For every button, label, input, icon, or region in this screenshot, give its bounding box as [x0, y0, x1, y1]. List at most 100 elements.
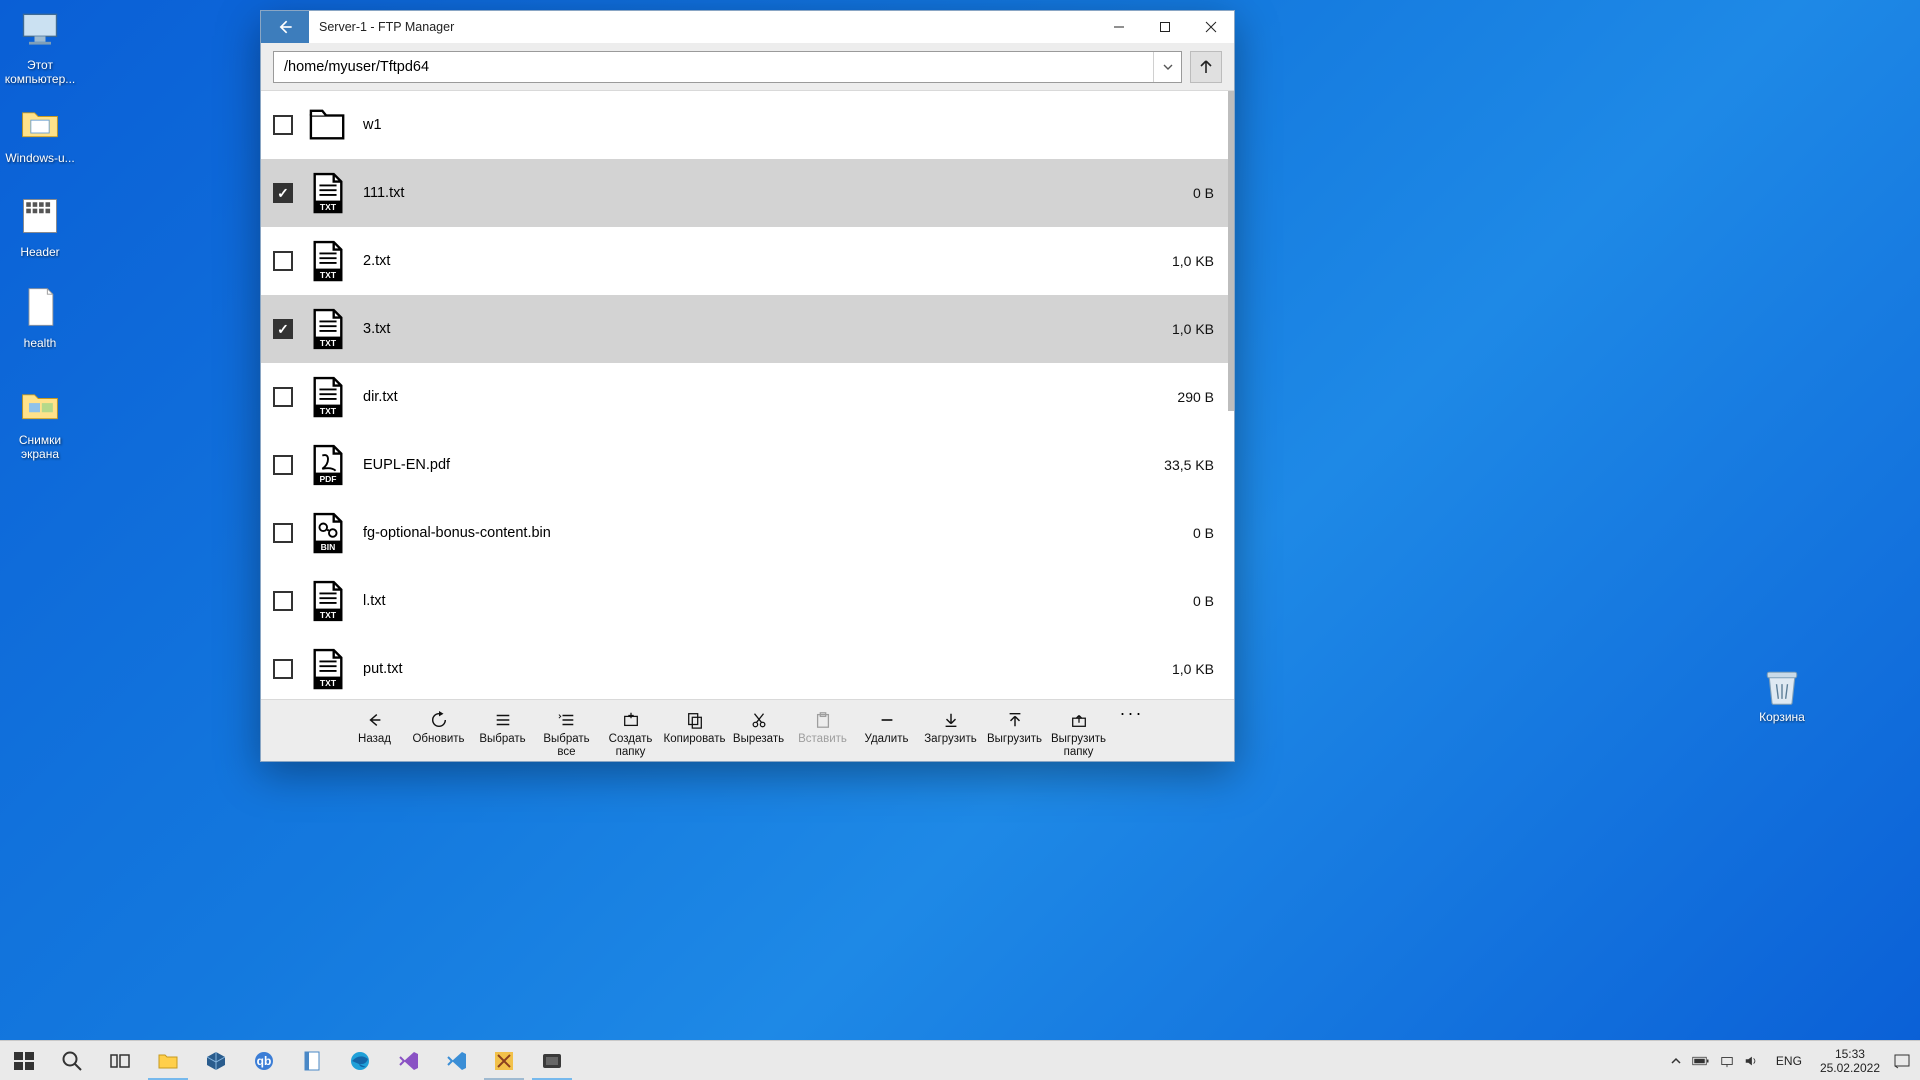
file-size: 33,5 KB [1164, 457, 1220, 473]
path-dropdown[interactable] [1153, 52, 1181, 82]
folder-icon [309, 103, 347, 147]
refresh-icon [430, 709, 448, 731]
file-checkbox[interactable] [273, 251, 293, 271]
cut-button[interactable]: Вырезать [728, 703, 790, 746]
visual-studio-icon [396, 1049, 420, 1073]
file-size: 290 B [1177, 389, 1220, 405]
select-all-button[interactable]: Выбрать все [536, 703, 598, 759]
file-size: 1,0 KB [1172, 661, 1220, 677]
delete-button[interactable]: Удалить [856, 703, 918, 746]
close-button[interactable] [1188, 11, 1234, 43]
file-row[interactable]: w1 [261, 91, 1234, 159]
ftp-manager-icon [540, 1049, 564, 1073]
file-checkbox[interactable] [273, 591, 293, 611]
path-input[interactable] [274, 59, 1153, 75]
chevron-up-icon [1670, 1055, 1682, 1067]
upload-folder-button[interactable]: Выгрузить папку [1048, 703, 1110, 759]
upload-folder-icon [1070, 709, 1088, 731]
chevron-down-icon [1162, 61, 1174, 73]
file-size: 0 B [1193, 593, 1220, 609]
file-row[interactable]: fg-optional-bonus-content.bin 0 B [261, 499, 1234, 567]
more-button[interactable]: ··· [1112, 703, 1152, 724]
file-checkbox[interactable] [273, 387, 293, 407]
taskbar-file-explorer[interactable] [144, 1041, 192, 1080]
search-button[interactable] [48, 1041, 96, 1080]
file-name: 2.txt [363, 253, 1172, 269]
maximize-button[interactable] [1142, 11, 1188, 43]
file-row[interactable]: EUPL-EN.pdf 33,5 KB [261, 431, 1234, 499]
desktop-icon[interactable]: Этот компьютер... [2, 7, 78, 86]
upload-button[interactable]: Выгрузить [984, 703, 1046, 746]
file-name: fg-optional-bonus-content.bin [363, 525, 1193, 541]
create-folder-button[interactable]: Создать папку [600, 703, 662, 759]
file-size: 1,0 KB [1172, 253, 1220, 269]
task-view-button[interactable] [96, 1041, 144, 1080]
file-checkbox[interactable] [273, 455, 293, 475]
back-button[interactable] [261, 11, 309, 43]
download-button[interactable]: Загрузить [920, 703, 982, 746]
desktop-icon[interactable]: Windows-u... [2, 100, 78, 165]
file-row[interactable]: 2.txt 1,0 KB [261, 227, 1234, 295]
back-button[interactable]: Назад [344, 703, 406, 746]
notifications-icon [1893, 1052, 1911, 1070]
language-indicator[interactable]: ENG [1768, 1054, 1810, 1068]
refresh-button[interactable]: Обновить [408, 703, 470, 746]
file-name: dir.txt [363, 389, 1177, 405]
txt-icon [309, 647, 347, 691]
txt-icon [309, 579, 347, 623]
file-list[interactable]: w1 111.txt 0 B 2.txt 1,0 KB 3.txt 1,0 KB… [261, 91, 1234, 699]
taskbar-word[interactable] [288, 1041, 336, 1080]
taskbar-visualstudio[interactable] [384, 1041, 432, 1080]
address-bar [261, 43, 1234, 91]
scrollbar-thumb[interactable] [1228, 91, 1234, 411]
file-name: 111.txt [363, 185, 1193, 201]
select-button[interactable]: Выбрать [472, 703, 534, 746]
file-row[interactable]: l.txt 0 B [261, 567, 1234, 635]
file-name: l.txt [363, 593, 1193, 609]
file-size: 1,0 KB [1172, 321, 1220, 337]
file-list-area: w1 111.txt 0 B 2.txt 1,0 KB 3.txt 1,0 KB… [261, 91, 1234, 699]
file-checkbox[interactable] [273, 183, 293, 203]
file-checkbox[interactable] [273, 115, 293, 135]
desktop-file-icon [18, 382, 62, 431]
taskbar-qbittorrent[interactable]: qb [240, 1041, 288, 1080]
task-view-icon [108, 1049, 132, 1073]
paste-button: Вставить [792, 703, 854, 746]
file-checkbox[interactable] [273, 659, 293, 679]
taskbar-vscode[interactable] [432, 1041, 480, 1080]
minimize-icon [1113, 21, 1125, 33]
upload-icon [1006, 709, 1024, 731]
notifications-button[interactable] [1890, 1052, 1914, 1070]
desktop-icon-recycle-bin[interactable]: Корзина [1744, 664, 1820, 724]
file-row[interactable]: 3.txt 1,0 KB [261, 295, 1234, 363]
window-title: Server-1 - FTP Manager [309, 11, 1096, 43]
maximize-icon [1159, 21, 1171, 33]
desktop-icon[interactable]: Header [2, 194, 78, 259]
cut-icon [750, 709, 768, 731]
desktop-icon[interactable]: health [2, 285, 78, 350]
taskbar-ftp-manager[interactable] [528, 1041, 576, 1080]
recycle-bin-icon [1760, 664, 1804, 708]
taskbar-edge[interactable] [336, 1041, 384, 1080]
txt-icon [309, 239, 347, 283]
file-checkbox[interactable] [273, 523, 293, 543]
txt-icon [309, 307, 347, 351]
start-button[interactable] [0, 1041, 48, 1080]
file-checkbox[interactable] [273, 319, 293, 339]
file-name: w1 [363, 117, 1214, 133]
search-icon [60, 1049, 84, 1073]
file-row[interactable]: dir.txt 290 B [261, 363, 1234, 431]
file-size: 0 B [1193, 185, 1220, 201]
taskbar-virtualbox[interactable] [192, 1041, 240, 1080]
pdf-icon [309, 443, 347, 487]
taskbar-app-1[interactable] [480, 1041, 528, 1080]
bin-icon [309, 511, 347, 555]
system-tray[interactable] [1670, 1054, 1768, 1068]
desktop-icon[interactable]: Снимки экрана [2, 382, 78, 461]
navigate-up-button[interactable] [1190, 51, 1222, 83]
copy-button[interactable]: Копировать [664, 703, 726, 746]
file-row[interactable]: put.txt 1,0 KB [261, 635, 1234, 699]
file-row[interactable]: 111.txt 0 B [261, 159, 1234, 227]
clock[interactable]: 15:33 25.02.2022 [1810, 1047, 1890, 1075]
minimize-button[interactable] [1096, 11, 1142, 43]
